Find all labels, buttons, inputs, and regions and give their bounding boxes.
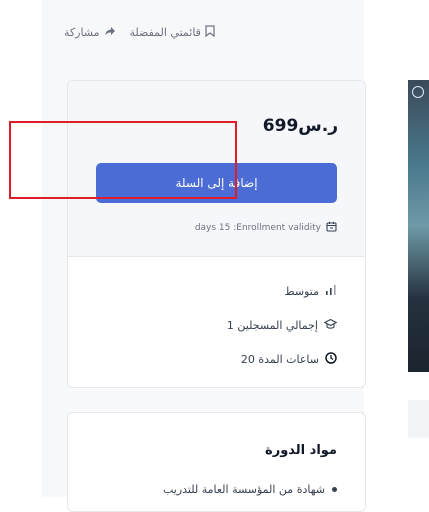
wishlist-link[interactable]: قائمتي المفضلة: [129, 24, 215, 40]
calendar-icon: [326, 221, 337, 235]
play-icon: [412, 86, 424, 98]
share-arrow-icon: [104, 25, 116, 40]
graduation-cap-icon: [323, 318, 338, 333]
clock-icon: [325, 352, 337, 367]
course-enrolled-text: 1 إجمالي المسجلين: [226, 319, 318, 332]
course-price: ر.س699: [262, 116, 338, 136]
materials-list-item: شهادة من المؤسسة العامة للتدريب: [163, 483, 337, 496]
course-materials-card: مواد الدورة شهادة من المؤسسة العامة للتد…: [67, 412, 366, 512]
course-preview-image[interactable]: [408, 80, 429, 372]
right-panel-strip: [408, 400, 429, 438]
course-materials-title: مواد الدورة: [265, 443, 337, 458]
materials-list-item-text: شهادة من المؤسسة العامة للتدريب: [162, 483, 325, 496]
course-level-text: متوسط: [284, 285, 319, 298]
share-link-label: مشاركة: [64, 25, 100, 39]
bookmark-icon: [205, 24, 215, 40]
course-enrolled: 1 إجمالي المسجلين: [226, 318, 338, 333]
wishlist-link-label: قائمتي المفضلة: [129, 25, 201, 39]
course-duration-text: 20 ساعات المدة: [240, 353, 319, 366]
enrollment-validity: days 15 :Enrollment validity: [195, 221, 337, 235]
course-level: متوسط: [284, 284, 337, 299]
enrollment-validity-text: days 15 :Enrollment validity: [194, 223, 321, 233]
share-link[interactable]: مشاركة: [64, 25, 116, 40]
bullet-icon: [332, 487, 337, 492]
course-actions-bar: مشاركة قائمتي المفضلة: [64, 22, 215, 42]
course-duration: 20 ساعات المدة: [241, 352, 337, 367]
level-bars-icon: [325, 284, 337, 299]
highlight-box: [9, 121, 237, 199]
